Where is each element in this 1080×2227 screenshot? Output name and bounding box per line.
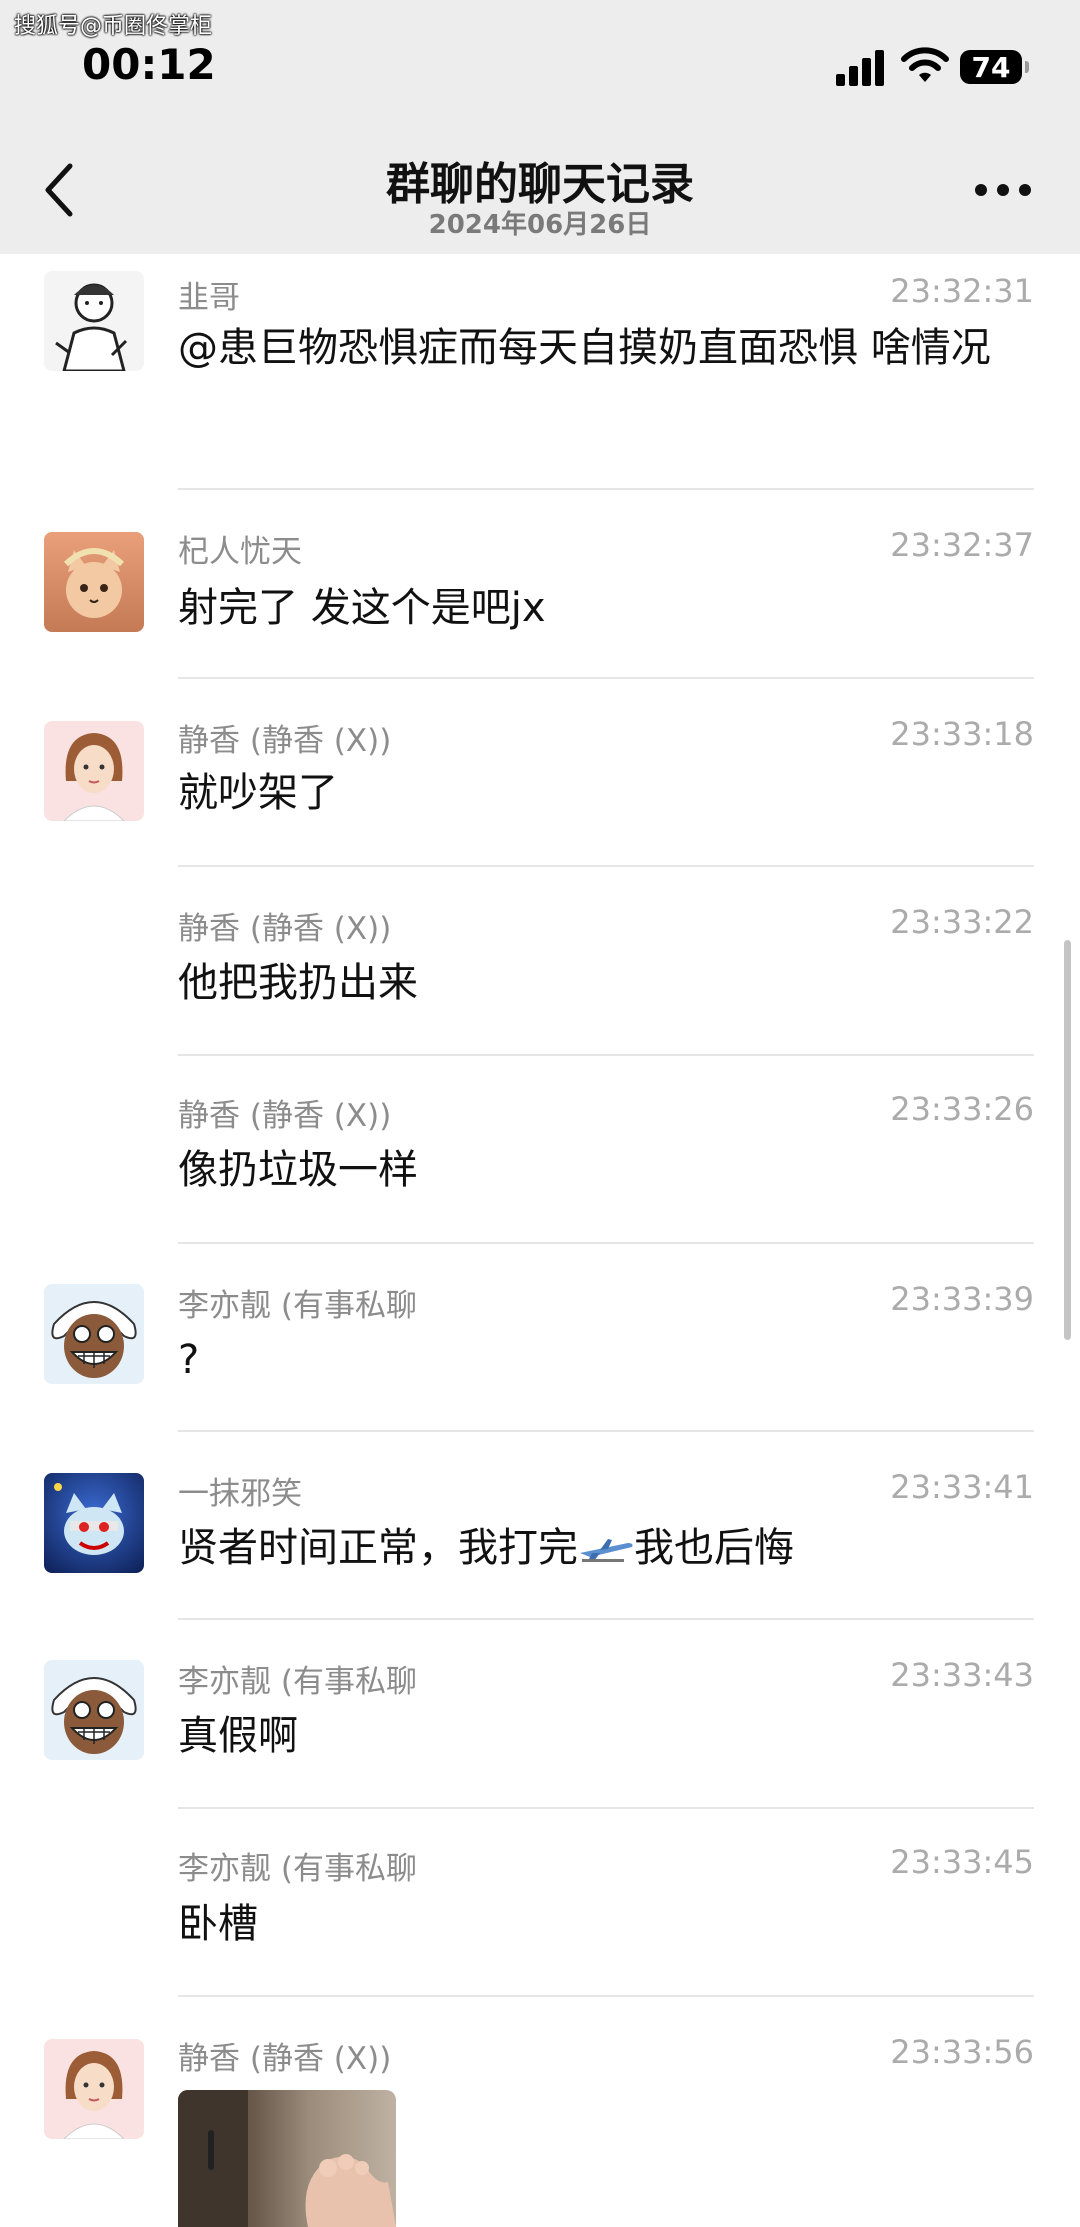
message-time: 23:33:22 bbox=[890, 903, 1034, 941]
message-time: 23:33:45 bbox=[890, 1843, 1034, 1881]
message-text: 就吵架了 bbox=[178, 770, 338, 816]
sketch-man-avatar[interactable] bbox=[44, 271, 144, 371]
battery-indicator: 74 bbox=[960, 50, 1029, 84]
more-options-icon[interactable] bbox=[975, 170, 1031, 210]
message-text: 卧槽 bbox=[178, 1901, 258, 1947]
divider bbox=[178, 1242, 1034, 1244]
divider bbox=[178, 1054, 1034, 1056]
divider bbox=[178, 1807, 1034, 1809]
sender-name: 李亦靓 (有事私聊 bbox=[178, 1851, 417, 1887]
sender-name: 一抹邪笑 bbox=[178, 1476, 302, 1512]
page-subtitle: 2024年06月26日 bbox=[428, 210, 652, 240]
divider bbox=[178, 1430, 1034, 1432]
watermark: 搜狐号@币圈佟掌柜 bbox=[14, 14, 213, 39]
divider bbox=[178, 488, 1034, 490]
grinning-pirate-avatar[interactable] bbox=[44, 1660, 144, 1760]
message-text: 像扔垃圾一样 bbox=[178, 1147, 418, 1193]
grinning-pirate-avatar[interactable] bbox=[44, 1284, 144, 1384]
cartoon-dog-avatar[interactable] bbox=[44, 1473, 144, 1573]
photo-thumbnail[interactable] bbox=[178, 2090, 396, 2227]
girl-avatar[interactable] bbox=[44, 2039, 144, 2139]
message-time: 23:32:37 bbox=[890, 526, 1034, 564]
airplane-icon bbox=[580, 1539, 633, 1562]
sender-name: 静香 (静香 (X)) bbox=[178, 911, 392, 947]
scrollbar[interactable] bbox=[1064, 940, 1071, 1340]
sender-name: 李亦靓 (有事私聊 bbox=[178, 1664, 417, 1700]
message-time: 23:33:56 bbox=[890, 2033, 1034, 2071]
message-time: 23:33:39 bbox=[890, 1280, 1034, 1318]
message-text: 射完了 发这个是吧jx bbox=[178, 585, 546, 631]
wifi-icon bbox=[901, 47, 949, 82]
message-text: 他把我扔出来 bbox=[178, 960, 418, 1006]
sender-name: 静香 (静香 (X)) bbox=[178, 1098, 392, 1134]
sender-name: 杞人忧天 bbox=[178, 534, 302, 570]
message-text-part: 贤者时间正常，我打完 bbox=[178, 1525, 578, 1571]
message-text: @患巨物恐惧症而每天自摸奶直面恐惧 啥情况 bbox=[178, 325, 991, 371]
message-time: 23:33:43 bbox=[890, 1656, 1034, 1694]
message-time: 23:33:18 bbox=[890, 715, 1034, 753]
status-time: 00:12 bbox=[82, 40, 216, 89]
sender-name: 静香 (静香 (X)) bbox=[178, 2041, 392, 2077]
girl-avatar[interactable] bbox=[44, 721, 144, 821]
divider bbox=[178, 1618, 1034, 1620]
divider bbox=[178, 677, 1034, 679]
message-text-part: 我也后悔 bbox=[634, 1525, 794, 1571]
sender-name: 静香 (静香 (X)) bbox=[178, 723, 392, 759]
sender-name: 韭哥 bbox=[178, 280, 240, 316]
message-time: 23:32:31 bbox=[890, 272, 1034, 310]
page-title: 群聊的聊天记录 bbox=[386, 159, 694, 210]
orange-cat-avatar[interactable] bbox=[44, 532, 144, 632]
nav-header: 搜狐号@币圈佟掌柜 00:12 74 群聊的聊天记录 2024年06月26日 bbox=[0, 0, 1080, 254]
divider bbox=[178, 865, 1034, 867]
message-time: 23:33:41 bbox=[890, 1468, 1034, 1506]
message-text: 真假啊 bbox=[178, 1713, 298, 1759]
message-text: ? bbox=[178, 1337, 200, 1383]
signal-icon bbox=[836, 48, 888, 86]
message-time: 23:33:26 bbox=[890, 1090, 1034, 1128]
message-text: 贤者时间正常，我打完 我也后悔 bbox=[178, 1518, 1038, 1578]
divider bbox=[178, 1995, 1034, 1997]
sender-name: 李亦靓 (有事私聊 bbox=[178, 1288, 417, 1324]
